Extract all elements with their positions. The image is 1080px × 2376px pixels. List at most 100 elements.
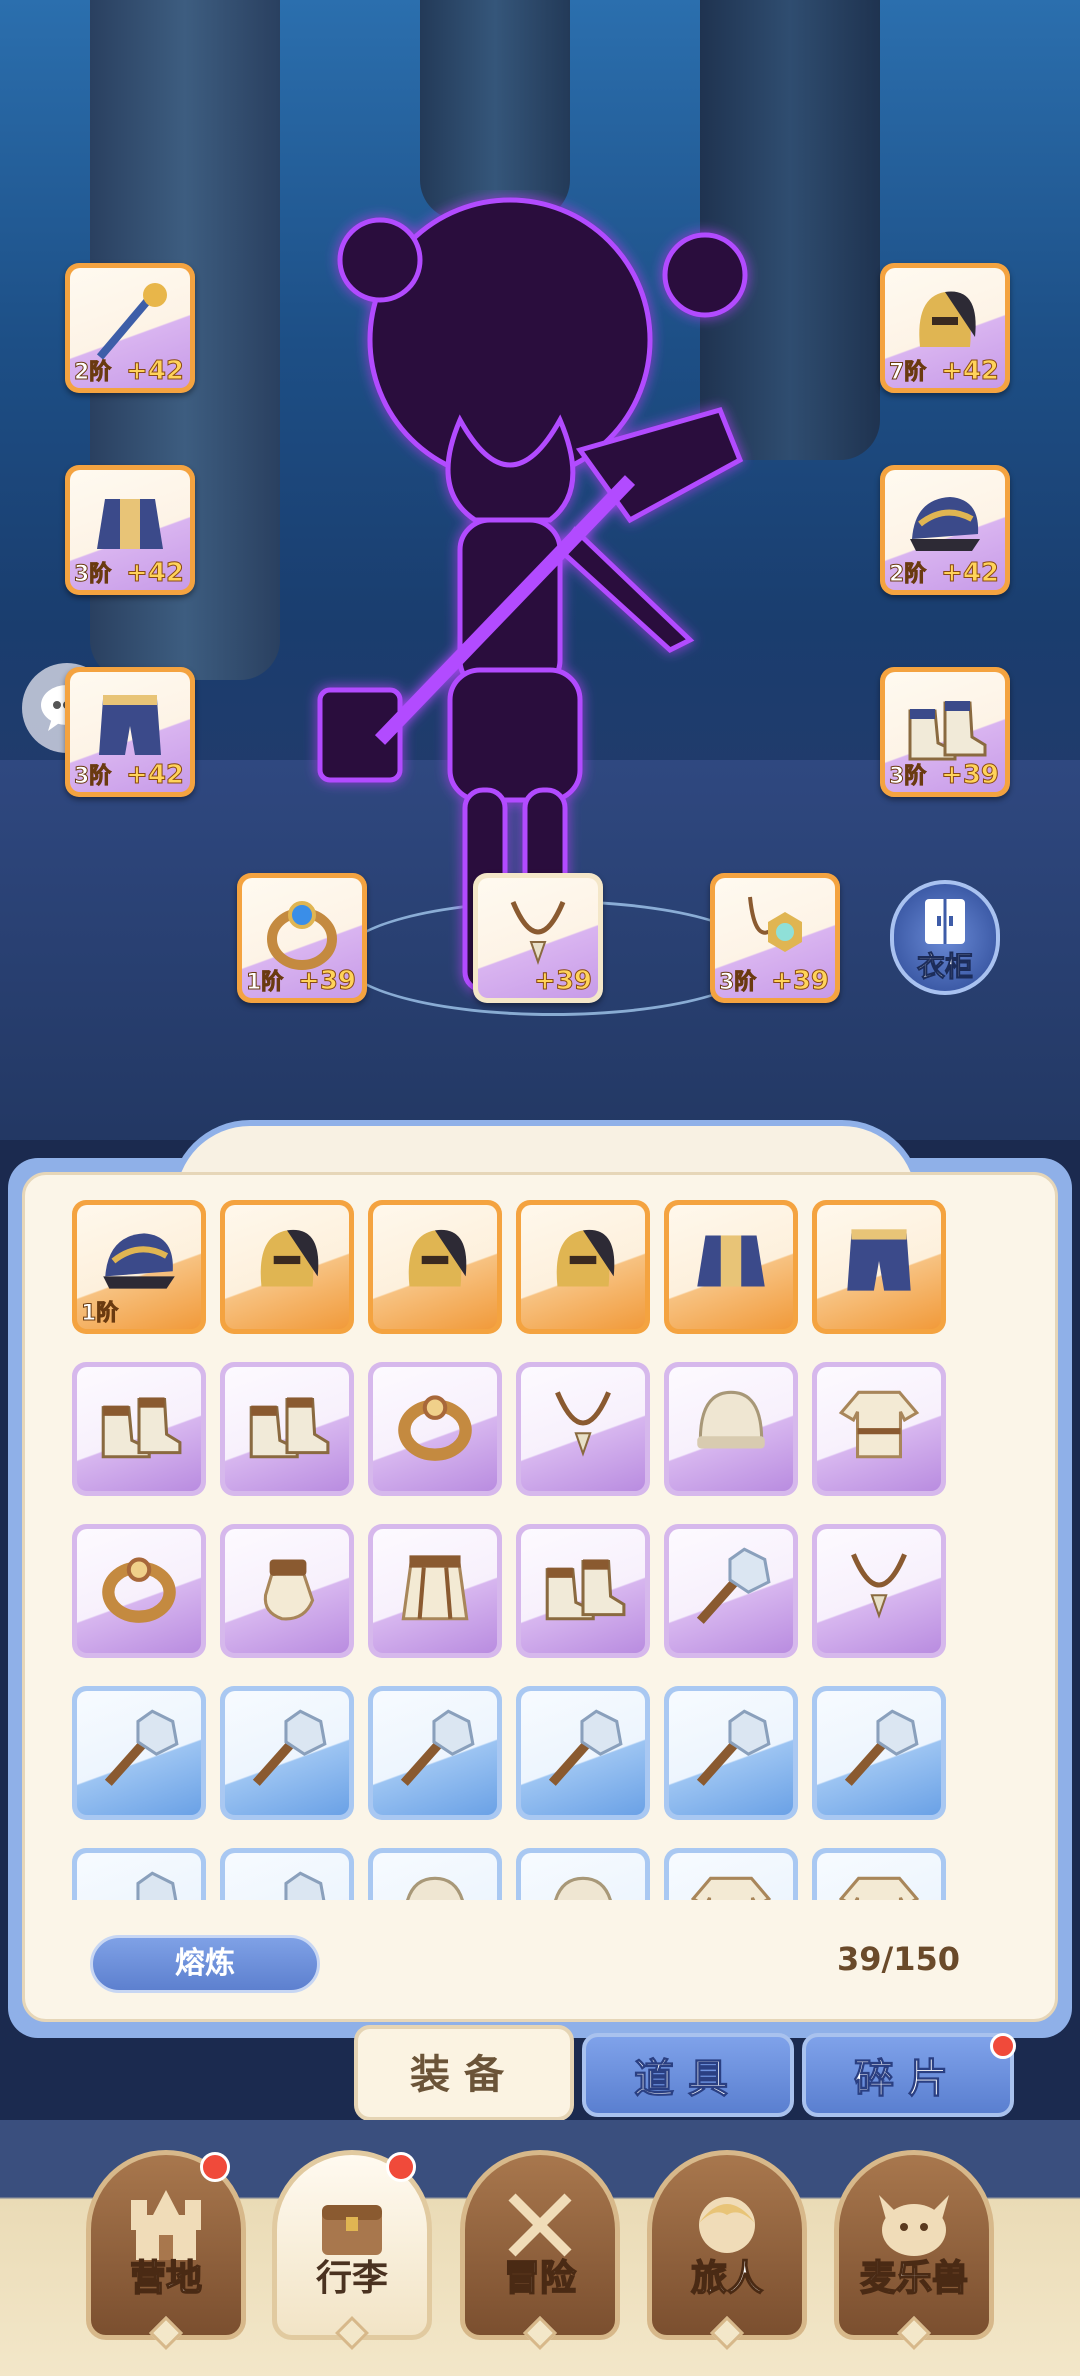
inventory-item[interactable] (516, 1524, 650, 1658)
wardrobe-button[interactable]: 衣柜 (890, 880, 1000, 995)
inventory-item[interactable] (812, 1686, 946, 1820)
bonus-label: +42 (941, 558, 1000, 589)
mace-icon (400, 1709, 475, 1786)
nav-label: 旅人 (690, 2257, 764, 2300)
necklace-icon (555, 1391, 611, 1457)
inventory-item[interactable] (220, 1362, 354, 1496)
tab-equipment[interactable]: 装备 (354, 2025, 574, 2121)
inventory-item[interactable] (368, 1524, 502, 1658)
inventory-item[interactable] (812, 1362, 946, 1496)
inventory-item[interactable] (812, 1200, 946, 1334)
tier-label: 1阶 (80, 1301, 119, 1327)
mace-icon (548, 1709, 623, 1786)
inventory-item[interactable] (368, 1686, 502, 1820)
inventory-item[interactable] (220, 1686, 354, 1820)
pants-icon (847, 1229, 911, 1291)
bonus-label: +42 (126, 356, 185, 387)
nav-label: 冒险 (503, 2257, 577, 2300)
inventory-item[interactable]: 1阶 (72, 1200, 206, 1334)
inventory-item[interactable] (664, 1848, 798, 1900)
nav-label: 行李 (315, 2258, 388, 2299)
tier-label: 7阶 (888, 360, 927, 386)
tab-label: 道具 (634, 2056, 742, 2103)
helmet-icon (260, 1229, 319, 1287)
inventory-item[interactable] (368, 1200, 502, 1334)
mace-icon (696, 1709, 771, 1786)
bonus-label: +39 (941, 760, 1000, 791)
mace-icon (104, 1709, 179, 1786)
bonus-label: +42 (941, 356, 1000, 387)
inventory-item[interactable] (516, 1200, 650, 1334)
tier-label: 2阶 (73, 360, 112, 386)
tab-label: 装备 (410, 2052, 518, 2098)
wardrobe-label: 衣柜 (916, 950, 973, 984)
mace-icon (136, 1871, 178, 1900)
nav-traveler[interactable]: 旅人 (647, 2150, 807, 2350)
boots-icon (545, 1559, 626, 1621)
tier-label: 3阶 (718, 970, 757, 996)
inventory-item[interactable] (664, 1200, 798, 1334)
nav-label: 营地 (129, 2257, 203, 2300)
mace-icon (252, 1709, 327, 1786)
tier-label: 3阶 (73, 562, 112, 588)
inventory-item[interactable] (220, 1848, 354, 1900)
smelt-label: 熔炼 (175, 1946, 235, 1981)
ring-icon (102, 1557, 176, 1623)
smelt-button[interactable]: 熔炼 (90, 1935, 320, 1993)
inventory-item[interactable] (812, 1524, 946, 1658)
cap-icon (406, 1876, 464, 1900)
bonus-label: +39 (534, 966, 593, 997)
equip-slot-necklace[interactable]: +39 (473, 873, 603, 1003)
inventory-item[interactable] (220, 1524, 354, 1658)
wardrobe-icon (925, 899, 965, 944)
inventory-item[interactable] (72, 1686, 206, 1820)
inventory-item[interactable] (664, 1362, 798, 1496)
nav-pet[interactable]: 麦乐兽 (834, 2150, 994, 2350)
helmet-icon (556, 1229, 615, 1287)
inventory-item[interactable] (516, 1848, 650, 1900)
tab-items[interactable]: 道具 (582, 2033, 794, 2117)
equip-slot-amulet[interactable]: 3阶 +39 (710, 873, 840, 1003)
skirt-icon (401, 1555, 469, 1621)
cap-icon (554, 1876, 612, 1900)
inventory-item[interactable] (220, 1200, 354, 1334)
nav-adventure[interactable]: 冒险 (460, 2150, 620, 2350)
mace-icon (844, 1709, 919, 1786)
equip-slot-helmet[interactable]: 7阶 +42 (880, 263, 1010, 393)
inventory-item[interactable] (72, 1848, 206, 1900)
equip-slot-weapon[interactable]: 2阶 +42 (65, 263, 195, 393)
notification-badge (990, 2033, 1016, 2059)
equip-slot-ring[interactable]: 1阶 +39 (237, 873, 367, 1003)
armor-icon (697, 1235, 765, 1287)
nav-label: 麦乐兽 (859, 2257, 969, 2300)
inventory-capacity: 39/150 (836, 1940, 960, 1978)
notification-badge (200, 2152, 230, 2182)
tier-label: 1阶 (245, 970, 284, 996)
tab-fragments[interactable]: 碎片 (802, 2033, 1014, 2117)
bonus-label: +42 (126, 760, 185, 791)
inventory-item[interactable] (368, 1848, 502, 1900)
inventory-grid: 1阶 (72, 1200, 1012, 1900)
equip-slot-boots[interactable]: 3阶 +39 (880, 667, 1010, 797)
inventory-item[interactable] (516, 1362, 650, 1496)
equip-slot-legs[interactable]: 3阶 +42 (65, 667, 195, 797)
inventory-item[interactable] (72, 1524, 206, 1658)
inventory-item[interactable] (72, 1362, 206, 1496)
equip-slot-hat[interactable]: 2阶 +42 (880, 465, 1010, 595)
tier-label: 3阶 (888, 764, 927, 790)
inventory-item[interactable] (664, 1524, 798, 1658)
inventory-item[interactable] (664, 1686, 798, 1820)
inventory-item[interactable] (812, 1848, 946, 1900)
inventory-item[interactable] (516, 1686, 650, 1820)
bonus-label: +39 (298, 966, 357, 997)
boots-icon (101, 1397, 182, 1459)
bonus-label: +39 (771, 966, 830, 997)
glove-icon (263, 1559, 315, 1621)
category-tabs: 装备 道具 碎片 (0, 2025, 1080, 2125)
hat-icon (103, 1233, 175, 1289)
inventory-item[interactable] (368, 1362, 502, 1496)
equip-slot-chest[interactable]: 3阶 +42 (65, 465, 195, 595)
tier-label: 2阶 (888, 562, 927, 588)
bonus-label: +42 (126, 558, 185, 589)
necklace-icon (851, 1553, 907, 1619)
